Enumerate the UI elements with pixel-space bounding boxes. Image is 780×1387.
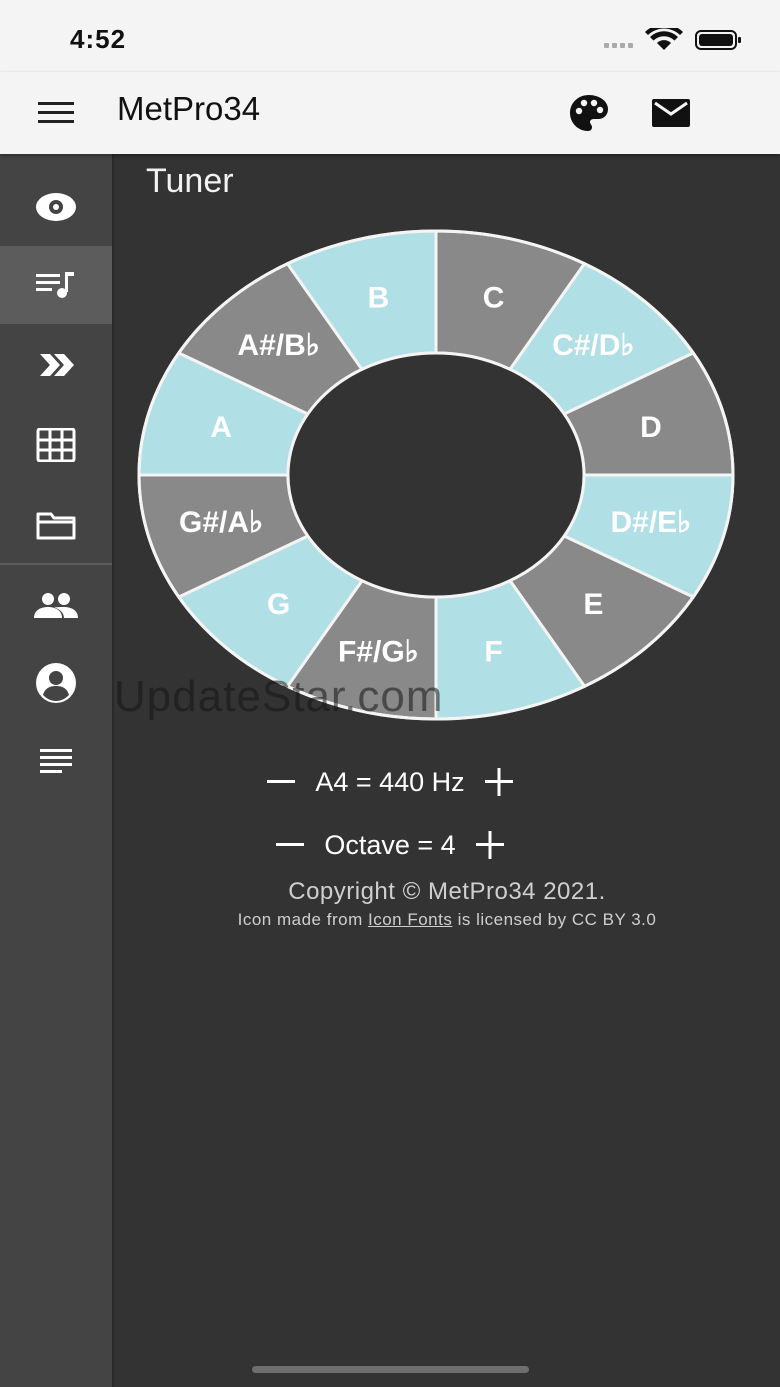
license-suffix: is licensed by CC BY 3.0 [457, 910, 657, 929]
note-label: F [484, 635, 502, 668]
plus-icon [484, 768, 513, 796]
note-label: B [368, 282, 390, 315]
note-label: F#/G♭ [338, 635, 419, 668]
status-time: 4:52 [70, 24, 127, 54]
reference-pitch-label: A4 = 440 Hz [315, 766, 465, 797]
people-icon [34, 593, 78, 618]
license-text: Icon made from Icon Fonts is licensed by… [114, 910, 780, 930]
battery-icon [695, 30, 741, 50]
status-bar: 4:52 [0, 0, 780, 72]
license-prefix: Icon made from [237, 910, 363, 929]
note-label: A#/B♭ [237, 329, 320, 362]
signal-icon [604, 43, 633, 48]
sidebar-item-grid[interactable] [0, 406, 112, 484]
account-circle-icon [36, 663, 76, 703]
sidebar-item-people[interactable] [0, 566, 112, 644]
sidebar-item-forward[interactable] [0, 326, 112, 404]
sidebar-divider [0, 563, 112, 565]
note-label: D#/E♭ [610, 506, 691, 539]
reference-decrease-button[interactable] [265, 766, 297, 798]
wifi-icon [645, 24, 683, 50]
watermark: UpdateStar.com [114, 672, 444, 721]
note-label: C#/D♭ [552, 329, 635, 362]
hamburger-menu-icon[interactable] [36, 96, 76, 130]
octave-control: Octave = 4 [0, 829, 780, 861]
home-indicator [252, 1366, 529, 1373]
octave-increase-button[interactable] [474, 829, 506, 861]
note-wheel: C C#/D♭ D D#/E♭ E F F#/G♭ G G#/A♭ A A#/B♭ B [137, 229, 735, 721]
mail-icon[interactable] [648, 90, 694, 136]
status-icons [604, 24, 744, 52]
app-title: MetPro34 [117, 90, 261, 127]
note-label: A [210, 411, 232, 444]
double-chevron-right-icon [40, 354, 74, 376]
note-label: D [640, 411, 662, 444]
grid-icon [36, 428, 76, 462]
octave-label: Octave = 4 [324, 829, 456, 860]
copyright-text: Copyright © MetPro34 2021. [288, 878, 606, 905]
minus-icon [276, 843, 305, 846]
eye-icon [36, 193, 76, 221]
sidebar-item-folder[interactable] [0, 486, 112, 564]
plus-icon [475, 831, 504, 859]
sidebar-item-account[interactable] [0, 644, 112, 722]
reference-increase-button[interactable] [483, 766, 515, 798]
folder-icon [36, 512, 76, 540]
octave-decrease-button[interactable] [274, 829, 306, 861]
sidebar-item-eye[interactable] [0, 168, 112, 246]
app-bar: MetPro34 [0, 72, 780, 154]
note-label: G#/A♭ [179, 506, 263, 539]
palette-icon[interactable] [566, 90, 612, 136]
minus-icon [267, 780, 296, 783]
icon-fonts-link[interactable]: Icon Fonts [368, 910, 452, 929]
page-title: Tuner [146, 162, 234, 200]
note-label: G [267, 588, 290, 621]
playlist-music-icon [36, 272, 74, 298]
note-label: C [483, 282, 505, 315]
note-label: E [583, 588, 603, 621]
reference-pitch-control: A4 = 440 Hz [0, 766, 780, 798]
sidebar-item-playlist[interactable] [0, 246, 112, 324]
wheel-center [286, 351, 586, 599]
